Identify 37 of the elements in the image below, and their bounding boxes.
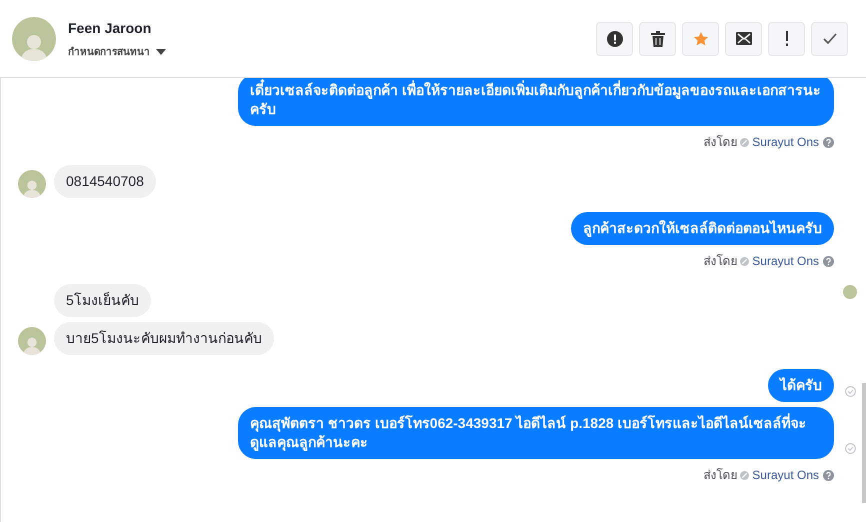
sent-message: คุณสุพัตตรา ชาวดร เบอร์โทร062-3439317 ไอดีไลน์ p.1828 เบอร์โทรและไอดีไลน์เซลล์ที่จะดูแลคุณลูกค้านะคะ bbox=[238, 407, 834, 459]
scrollbar-thumb[interactable] bbox=[862, 383, 866, 503]
contact-avatar[interactable] bbox=[12, 16, 56, 60]
done-button[interactable] bbox=[811, 22, 848, 56]
received-message: 5โมงเย็นคับ bbox=[54, 284, 151, 317]
star-icon bbox=[692, 30, 708, 46]
sender-name[interactable]: Surayut Ons bbox=[752, 252, 819, 270]
mark-unread-button[interactable] bbox=[725, 22, 762, 56]
sender-avatar bbox=[18, 327, 46, 355]
sender-name[interactable]: Surayut Ons bbox=[752, 133, 819, 151]
sender-name[interactable]: Surayut Ons bbox=[752, 466, 819, 484]
checkmark-icon bbox=[822, 33, 836, 44]
sent-message: ลูกค้าสะดวกให้เซลล์ติดต่อตอนไหนครับ bbox=[571, 212, 834, 245]
help-icon[interactable] bbox=[823, 256, 834, 266]
blocked-icon bbox=[740, 138, 750, 146]
conversation-menu[interactable]: กำหนดการสนทนา bbox=[68, 44, 166, 60]
alert-icon bbox=[606, 30, 622, 46]
spam-button[interactable] bbox=[596, 22, 633, 56]
trash-icon bbox=[650, 30, 664, 46]
sender-avatar bbox=[18, 170, 46, 198]
blocked-icon bbox=[740, 256, 750, 266]
sent-message: ได้ครับ bbox=[768, 369, 834, 402]
sent-by-label: ส่งโดย bbox=[703, 467, 738, 484]
envelope-icon bbox=[736, 32, 752, 45]
delete-button[interactable] bbox=[639, 22, 676, 56]
sent-message: เดี๋ยวเซลล์จะติดต่อลูกค้า เพื่อให้รายละเอียดเพิ่มเติมกับลูกค้าเกี่ยวกับข้อมูลของรถและเอกสารนะครับ bbox=[238, 78, 834, 126]
caret-icon bbox=[156, 49, 166, 55]
star-button[interactable] bbox=[682, 22, 719, 56]
received-message: บาย5โมงนะคับผมทำงานก่อนคับ bbox=[54, 322, 274, 355]
help-icon[interactable] bbox=[823, 136, 834, 148]
sent-by-label: ส่งโดย bbox=[703, 253, 738, 270]
help-icon[interactable] bbox=[823, 470, 834, 480]
contact-name: Feen Jaroon bbox=[68, 18, 152, 38]
received-message: 0814540708 bbox=[54, 165, 156, 198]
exclamation-icon bbox=[784, 31, 788, 46]
blocked-icon bbox=[740, 470, 750, 480]
sent-by-label: ส่งโดย bbox=[703, 134, 738, 151]
